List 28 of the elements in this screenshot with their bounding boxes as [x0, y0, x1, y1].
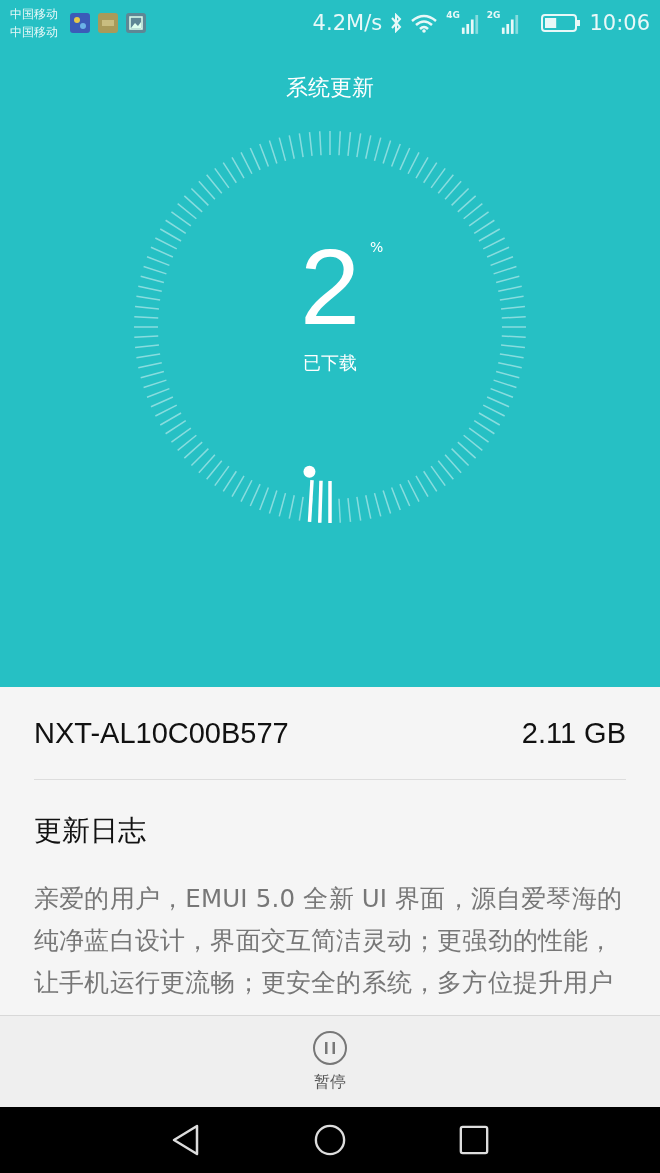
changelog-text: 纯净蓝白设计，界面交互简洁灵动；更强劲的性能，: [34, 925, 615, 957]
progress-value: 2: [299, 226, 361, 347]
wifi-icon: [410, 12, 439, 33]
recents-icon[interactable]: [458, 1123, 490, 1157]
carrier-name: 中国移动: [10, 5, 58, 23]
pause-icon: [312, 1030, 348, 1066]
changelog-heading: 更新日志: [34, 813, 147, 849]
app-icon: [98, 12, 118, 33]
clock-time: 10:06: [589, 10, 650, 35]
package-size: 2.11 GB: [521, 716, 626, 750]
progress-caption: 已下载: [303, 351, 357, 375]
signal-icon: [501, 13, 520, 35]
image-icon: [126, 12, 146, 33]
pause-button[interactable]: 暂停: [304, 1016, 356, 1107]
percent-sign: %: [370, 239, 384, 255]
network-type: 4G: [446, 10, 460, 20]
network-type: 2G: [486, 10, 501, 20]
battery-icon: [541, 12, 582, 33]
page-title: 系统更新: [285, 74, 375, 102]
package-name: NXT-AL10C00B577: [34, 716, 289, 750]
signal-icon: [460, 13, 479, 35]
home-icon[interactable]: [314, 1123, 346, 1157]
bluetooth-icon: [390, 12, 403, 33]
network-speed: 4.2M/s: [312, 10, 383, 35]
carrier-name: 中国移动: [10, 23, 58, 41]
changelog-text: 亲爱的用户，EMUI 5.0 全新 UI 界面，源自爱琴海的: [34, 883, 624, 915]
app-icon: [70, 12, 90, 33]
changelog-text: 让手机运行更流畅；更安全的系统，多方位提升用户: [34, 967, 615, 999]
